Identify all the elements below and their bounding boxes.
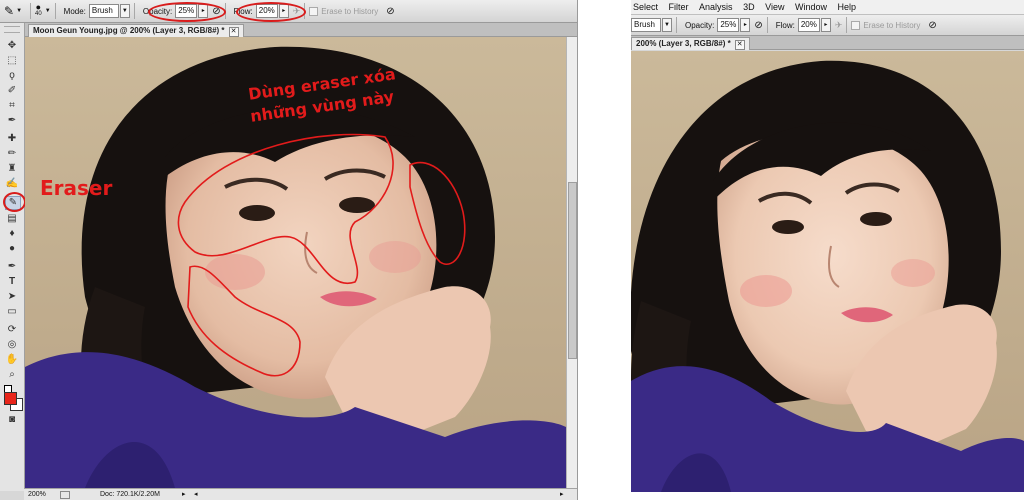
eyedropper-tool-icon[interactable]: ✒ <box>5 115 19 127</box>
left-photoshop-window: ✎ ▼ ● 40 ▼ Mode: Brush ▼ Opacity: 25% ▸ … <box>0 0 578 500</box>
options-bar: Brush ▼ Opacity: 25% ▸ ⊘ Flow: 20% ▸ ✈ E… <box>631 15 1024 36</box>
menu-view[interactable]: View <box>765 0 790 14</box>
hand-tool-icon[interactable]: ✋ <box>5 354 19 366</box>
dodge-tool-icon[interactable]: ● <box>5 243 19 255</box>
opacity-highlight-circle <box>148 2 226 22</box>
marquee-tool-icon[interactable]: ⬚ <box>5 55 19 67</box>
divider <box>30 3 32 19</box>
dropdown-arrow-icon[interactable]: ▼ <box>16 8 22 14</box>
mode-select-arrow-icon[interactable]: ▼ <box>662 18 672 32</box>
zoom-tool-icon[interactable]: ⌕ <box>5 369 19 381</box>
eraser-highlight-circle <box>3 192 26 212</box>
brush-tool-icon[interactable]: ✏ <box>5 148 19 160</box>
tools-panel: ✥ ⬚ ϙ ✐ ⌗ ✒ ✚ ✏ ♜ ✍ ✎ ▤ ♦ ● ✒ T ➤ ▭ ⟳ ◎ … <box>0 23 25 491</box>
tablet-pressure-icon[interactable]: ⊘ <box>386 6 394 17</box>
document-tab[interactable]: Moon Geun Young.jpg @ 200% (Layer 3, RGB… <box>28 24 244 37</box>
scroll-thumb[interactable] <box>568 182 577 359</box>
document-tabbar: 200% (Layer 3, RGB/8#) * ✕ <box>631 36 1024 50</box>
dropdown-arrow-icon[interactable]: ▼ <box>45 8 51 14</box>
quick-selection-tool-icon[interactable]: ✐ <box>5 85 19 97</box>
right-photoshop-window: Select Filter Analysis 3D View Window He… <box>631 0 1024 492</box>
divider <box>766 17 768 33</box>
flow-slider-arrow-icon[interactable]: ▸ <box>820 18 831 32</box>
erase-history-checkbox[interactable] <box>851 20 861 30</box>
close-tab-icon[interactable]: ✕ <box>734 40 745 50</box>
mode-select[interactable]: Brush <box>88 4 119 18</box>
mode-select[interactable]: Brush <box>631 18 661 32</box>
divider <box>846 17 848 33</box>
hscroll-right-icon[interactable]: ▸ <box>560 489 564 500</box>
menu-select[interactable]: Select <box>633 0 664 14</box>
divider <box>54 3 56 19</box>
hscroll-left-icon[interactable]: ◂ <box>194 489 198 500</box>
mode-label: Mode: <box>63 6 86 16</box>
gradient-tool-icon[interactable]: ▤ <box>5 213 19 225</box>
tablet-pressure-icon[interactable]: ⊘ <box>928 20 936 31</box>
airbrush-icon[interactable]: ✈ <box>835 20 843 31</box>
menu-help[interactable]: Help <box>838 0 863 14</box>
move-tool-icon[interactable]: ✥ <box>5 40 19 52</box>
zoom-level[interactable]: 200% <box>28 489 46 500</box>
document-tab-title: Moon Geun Young.jpg @ 200% (Layer 3, RGB… <box>33 26 225 35</box>
brush-picker[interactable]: ● 40 <box>35 2 42 18</box>
document-tab[interactable]: 200% (Layer 3, RGB/8#) * ✕ <box>631 37 750 50</box>
healing-brush-tool-icon[interactable]: ✚ <box>5 133 19 145</box>
vertical-scrollbar[interactable] <box>566 37 577 488</box>
airbrush-pressure-icon[interactable]: ⊘ <box>754 20 762 31</box>
document-tabbar: Moon Geun Young.jpg @ 200% (Layer 3, RGB… <box>24 23 577 37</box>
menu-3d[interactable]: 3D <box>743 0 761 14</box>
type-tool-icon[interactable]: T <box>5 276 19 288</box>
path-selection-tool-icon[interactable]: ➤ <box>5 291 19 303</box>
flow-highlight-circle <box>236 2 306 22</box>
close-tab-icon[interactable]: ✕ <box>228 27 239 37</box>
status-icon <box>60 491 70 499</box>
opacity-slider-arrow-icon[interactable]: ▸ <box>740 18 751 32</box>
document-tab-title: 200% (Layer 3, RGB/8#) * <box>636 39 731 48</box>
menu-analysis[interactable]: Analysis <box>699 0 739 14</box>
crop-tool-icon[interactable]: ⌗ <box>5 100 19 112</box>
menu-filter[interactable]: Filter <box>669 0 695 14</box>
menu-window[interactable]: Window <box>795 0 833 14</box>
opacity-label: Opacity: <box>685 20 715 30</box>
mode-select-arrow-icon[interactable]: ▼ <box>119 4 130 18</box>
portrait-photo-result <box>631 51 1024 492</box>
flow-field[interactable]: 20% <box>797 18 820 32</box>
foreground-color-swatch[interactable] <box>4 392 17 405</box>
lasso-tool-icon[interactable]: ϙ <box>5 70 19 82</box>
3d-rotate-tool-icon[interactable]: ⟳ <box>5 324 19 336</box>
doc-size: Doc: 720.1K/2.20M <box>100 491 160 498</box>
eraser-annotation: Eraser <box>40 176 113 200</box>
eraser-preset-icon[interactable]: ✎ <box>4 4 14 18</box>
shape-tool-icon[interactable]: ▭ <box>5 306 19 318</box>
erase-history-label: Erase to History <box>321 6 379 16</box>
divider <box>676 17 677 33</box>
quick-mask-icon[interactable]: ◙ <box>5 414 19 426</box>
brush-dot-icon: ● <box>35 2 42 12</box>
status-bar: 200% Doc: 720.1K/2.20M ▸ ◂ ▸ <box>24 488 577 500</box>
3d-orbit-tool-icon[interactable]: ◎ <box>5 339 19 351</box>
brush-size-text: 40 <box>35 11 42 17</box>
panel-grip <box>4 26 20 33</box>
blur-tool-icon[interactable]: ♦ <box>5 228 19 240</box>
opacity-field[interactable]: 25% <box>717 18 740 32</box>
status-arrow-icon[interactable]: ▸ <box>182 489 186 500</box>
flow-label: Flow: <box>775 20 795 30</box>
clone-stamp-tool-icon[interactable]: ♜ <box>5 163 19 175</box>
history-brush-tool-icon[interactable]: ✍ <box>5 178 19 190</box>
document-canvas[interactable]: Dùng eraser xóa những vùng này <box>25 37 566 488</box>
erase-history-label: Erase to History <box>863 20 921 30</box>
divider <box>133 3 135 19</box>
pen-tool-icon[interactable]: ✒ <box>5 261 19 273</box>
erase-history-checkbox[interactable] <box>309 6 319 16</box>
menu-bar: Select Filter Analysis 3D View Window He… <box>631 0 1024 15</box>
document-canvas[interactable] <box>631 51 1024 492</box>
